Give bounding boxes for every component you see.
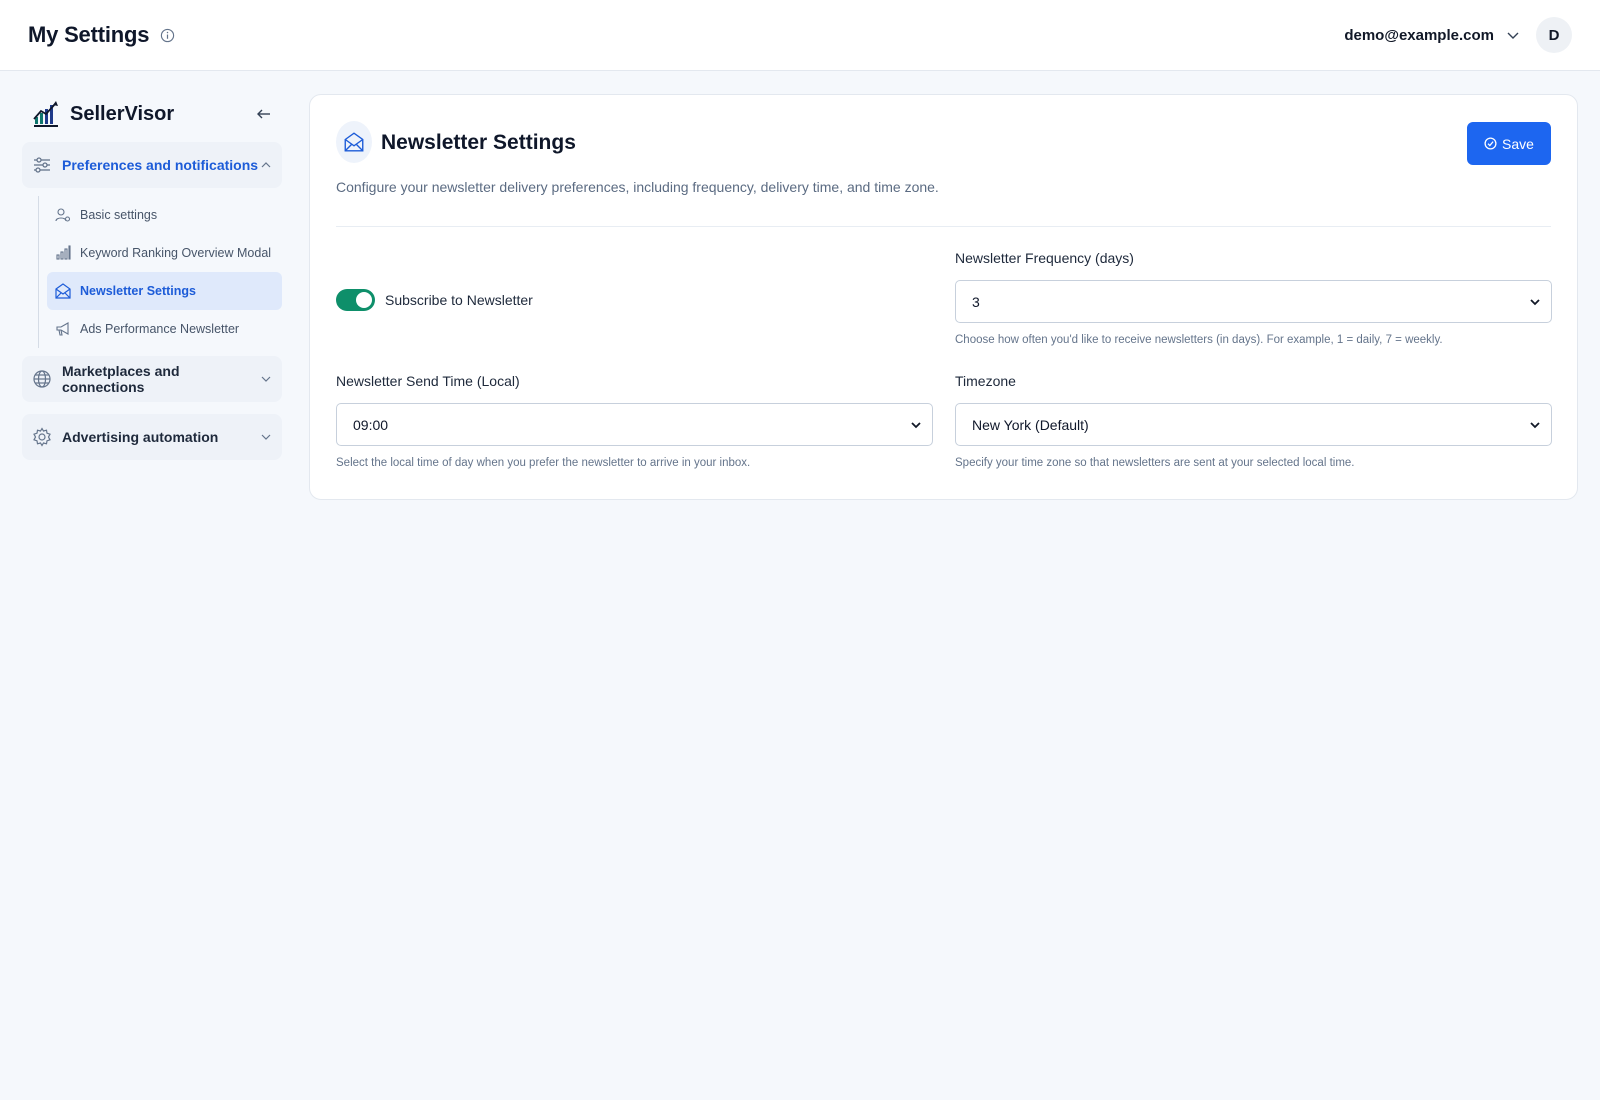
sidebar-item-keyword-ranking[interactable]: Keyword Ranking Overview Modal xyxy=(47,234,282,272)
sidebar-item-newsletter-settings[interactable]: Newsletter Settings xyxy=(47,272,282,310)
chevron-down-icon xyxy=(260,431,272,443)
chevron-down-icon xyxy=(1529,296,1541,308)
chevron-down-icon[interactable] xyxy=(1506,28,1520,42)
mail-open-icon xyxy=(55,283,71,299)
gear-icon xyxy=(32,427,52,447)
sidebar-item-label: Keyword Ranking Overview Modal xyxy=(80,246,272,260)
chevron-down-icon xyxy=(910,419,922,431)
chevron-down-icon xyxy=(1529,419,1541,431)
subscribe-toggle-label: Subscribe to Newsletter xyxy=(385,292,533,308)
timezone-select[interactable]: New York (Default) xyxy=(955,403,1552,446)
timezone-help: Specify your time zone so that newslette… xyxy=(955,457,1355,469)
save-button[interactable]: Save xyxy=(1467,122,1551,165)
timezone-label: Timezone xyxy=(955,373,1016,389)
divider xyxy=(336,226,1551,227)
sidebar: SellerVisor Preferences and notification… xyxy=(22,94,282,460)
chevron-down-icon xyxy=(260,373,272,385)
nav-group-label: Preferences and notifications xyxy=(62,157,259,173)
section-title: Newsletter Settings xyxy=(381,131,576,154)
check-circle-icon xyxy=(1484,137,1497,150)
frequency-label: Newsletter Frequency (days) xyxy=(955,250,1134,266)
user-menu[interactable]: demo@example.com D xyxy=(1344,17,1572,53)
megaphone-icon xyxy=(55,321,71,337)
sidebar-item-basic-settings[interactable]: Basic settings xyxy=(47,196,282,234)
save-button-label: Save xyxy=(1502,135,1534,152)
collapse-sidebar-arrow-left-icon[interactable] xyxy=(256,106,272,122)
send-time-select[interactable]: 09:00 xyxy=(336,403,933,446)
subscribe-toggle-row: Subscribe to Newsletter xyxy=(336,289,533,311)
nav-group-advertising-automation[interactable]: Advertising automation xyxy=(22,414,282,460)
globe-icon xyxy=(32,369,52,389)
frequency-help: Choose how often you'd like to receive n… xyxy=(955,334,1443,346)
section-description: Configure your newsletter delivery prefe… xyxy=(336,179,939,195)
nav-group-marketplaces[interactable]: Marketplaces and connections xyxy=(22,356,282,402)
sellervisor-logo-icon xyxy=(32,99,62,129)
chevron-up-icon xyxy=(260,159,272,171)
timezone-value: New York (Default) xyxy=(972,416,1089,433)
sidebar-item-label: Basic settings xyxy=(80,208,158,222)
sidebar-item-label: Newsletter Settings xyxy=(80,284,197,298)
subscribe-toggle[interactable] xyxy=(336,289,375,311)
preferences-sub-list: Basic settings Keyword Ranking Overview … xyxy=(38,196,282,348)
nav-group-preferences[interactable]: Preferences and notifications xyxy=(22,142,282,188)
sliders-icon xyxy=(32,155,52,175)
avatar[interactable]: D xyxy=(1536,17,1572,53)
nav-group-label: Advertising automation xyxy=(62,429,219,445)
bar-chart-icon xyxy=(55,245,71,261)
page-title: My Settings xyxy=(28,22,150,47)
sidebar-item-ads-performance-newsletter[interactable]: Ads Performance Newsletter xyxy=(47,310,282,348)
brand: SellerVisor xyxy=(22,94,282,134)
send-time-value: 09:00 xyxy=(353,416,389,433)
nav-group-label: Marketplaces and connections xyxy=(62,363,180,395)
frequency-select[interactable]: 3 xyxy=(955,280,1552,323)
frequency-value: 3 xyxy=(972,293,980,310)
top-bar: My Settings demo@example.com D xyxy=(0,0,1600,71)
user-email[interactable]: demo@example.com xyxy=(1344,27,1494,44)
sidebar-item-label: Ads Performance Newsletter xyxy=(80,322,240,336)
send-time-label: Newsletter Send Time (Local) xyxy=(336,373,520,389)
newsletter-settings-card: Newsletter Settings Save Configure your … xyxy=(309,94,1578,500)
toggle-knob xyxy=(356,292,372,308)
info-icon[interactable] xyxy=(159,27,175,43)
mail-open-icon xyxy=(336,121,372,163)
user-gear-icon xyxy=(55,207,71,223)
brand-name: SellerVisor xyxy=(70,102,175,125)
send-time-help: Select the local time of day when you pr… xyxy=(336,457,751,469)
